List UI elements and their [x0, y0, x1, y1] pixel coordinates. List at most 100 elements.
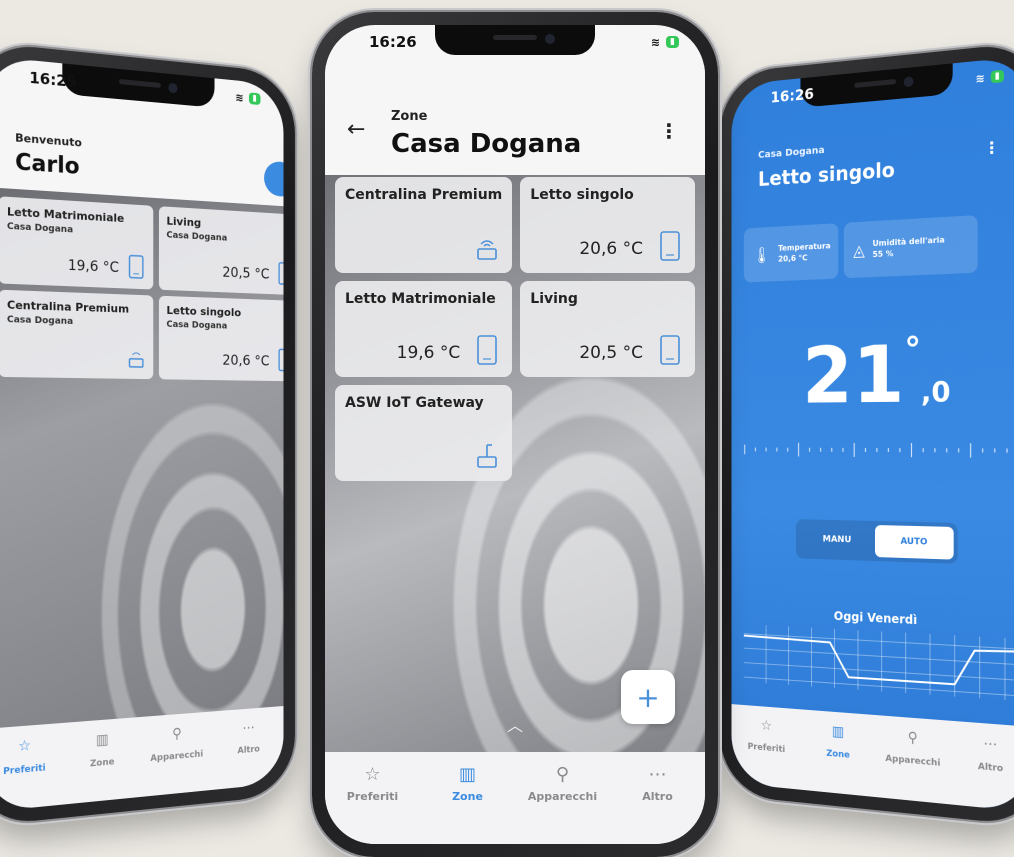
device-card[interactable]: Living 20,5 °C	[520, 281, 695, 377]
thermostat-icon	[476, 335, 498, 365]
more-icon: ⋯	[242, 720, 255, 740]
card-temp: 19,6 °C	[397, 343, 461, 363]
device-card[interactable]: ASW IoT Gateway	[335, 385, 512, 481]
tab-zones[interactable]: ▥ Zone	[64, 729, 140, 804]
mode-toggle: MANU AUTO	[796, 519, 958, 564]
schedule-graph[interactable]	[744, 624, 1014, 712]
chip-label: Umidità dell'aria	[872, 235, 944, 248]
thermostat-icon	[129, 254, 144, 279]
thermostat-icon	[659, 231, 681, 261]
card-name: ASW IoT Gateway	[345, 395, 502, 411]
device-icon: ⚲	[908, 730, 918, 751]
device-card[interactable]: Letto Matrimoniale Casa Dogana 19,6 °C	[0, 196, 153, 289]
tab-devices[interactable]: ⚲ Apparecchi	[523, 764, 603, 844]
battery-icon: ▮	[249, 92, 261, 105]
tab-more[interactable]: ⋯ Altro	[951, 733, 1014, 812]
chip-label: Temperatura	[778, 241, 831, 253]
chip-value: 55 %	[872, 249, 893, 259]
device-icon: ⚲	[172, 726, 182, 747]
card-name: Living	[530, 291, 685, 307]
device-card[interactable]: Living Casa Dogana 20,5 °C	[159, 206, 284, 295]
tab-favorites[interactable]: ☆ Preferiti	[731, 716, 801, 790]
more-menu-icon[interactable]: ⋮	[984, 137, 1000, 158]
wifi-icon: ≋	[235, 91, 243, 104]
phone-right: 16:26 ≋ ▮ Casa Dogana Letto singolo ⋮ 🌡 T…	[720, 41, 1014, 827]
card-home: Casa Dogana	[7, 315, 146, 329]
tab-zones[interactable]: ▥ Zone	[802, 721, 875, 797]
card-name: Letto singolo	[530, 187, 685, 203]
card-name: Letto Matrimoniale	[345, 291, 502, 307]
tab-devices[interactable]: ⚲ Apparecchi	[875, 727, 951, 804]
screen-zones: 16:26 ≋ ▮ ← Zone Casa Dogana ⋮ Centralina…	[325, 25, 705, 844]
setpoint-decimal: ,0	[921, 375, 951, 409]
hub-icon	[129, 345, 144, 369]
status-bar: 16:25 ≋ ▮	[0, 56, 284, 118]
zone-devices-grid: Centralina Premium Letto singolo 20,6 °C…	[335, 177, 695, 481]
card-name: Letto singolo	[166, 304, 283, 321]
building-icon: ▥	[832, 724, 844, 745]
setpoint-ruler[interactable]	[740, 441, 1014, 460]
hub-icon	[476, 231, 498, 261]
more-icon: ⋯	[649, 764, 667, 784]
welcome-label: Benvenuto	[15, 131, 82, 149]
card-temp: 20,6 °C	[222, 353, 269, 369]
screen-favorites: 16:25 ≋ ▮ Benvenuto Carlo Letto Matrimoni…	[0, 56, 284, 813]
card-temp: 20,5 °C	[222, 265, 269, 283]
breadcrumb[interactable]: Zone	[391, 109, 427, 124]
back-arrow-icon[interactable]: ←	[347, 117, 365, 142]
device-card[interactable]: Centralina Premium Casa Dogana	[0, 290, 153, 380]
device-card[interactable]: Centralina Premium	[335, 177, 512, 273]
device-card[interactable]: Letto singolo Casa Dogana 20,6 °C	[159, 296, 284, 382]
page-title: Letto singolo	[758, 158, 895, 191]
page-title: Casa Dogana	[391, 129, 581, 159]
phone-middle: 16:26 ≋ ▮ ← Zone Casa Dogana ⋮ Centralina…	[312, 12, 718, 857]
wifi-icon: ≋	[651, 36, 660, 49]
clock: 16:26	[771, 85, 814, 107]
humidity-chip[interactable]: ◬ Umidità dell'aria 55 %	[844, 215, 978, 278]
thermostat-icon	[278, 348, 283, 371]
tab-devices[interactable]: ⚲ Apparecchi	[140, 723, 213, 797]
star-icon: ☆	[364, 764, 380, 784]
mode-manual-button[interactable]: MANU	[800, 534, 875, 546]
more-menu-icon[interactable]: ⋮	[659, 119, 679, 143]
clock: 16:25	[29, 68, 77, 91]
header: ← Zone Casa Dogana ⋮	[325, 65, 705, 175]
battery-icon: ▮	[666, 36, 679, 48]
temperature-chip[interactable]: 🌡 Temperatura 20,6 °C	[744, 223, 838, 282]
stage: 16:25 ≋ ▮ Benvenuto Carlo Letto Matrimoni…	[0, 0, 1014, 857]
device-card[interactable]: Letto singolo 20,6 °C	[520, 177, 695, 273]
degree-symbol: °	[904, 330, 920, 371]
building-icon: ▥	[96, 732, 109, 753]
card-temp: 20,6 °C	[579, 239, 643, 259]
avatar[interactable]	[264, 161, 283, 198]
tab-zones[interactable]: ▥ Zone	[428, 764, 508, 844]
add-button[interactable]: +	[621, 670, 675, 724]
status-bar: 16:26 ≋ ▮	[325, 25, 705, 59]
thermostat-icon	[659, 335, 681, 365]
battery-icon: ▮	[991, 70, 1004, 84]
more-icon: ⋯	[983, 736, 997, 758]
favorites-grid: Letto Matrimoniale Casa Dogana 19,6 °C L…	[0, 196, 284, 381]
router-icon	[476, 439, 498, 469]
mode-auto-button[interactable]: AUTO	[875, 525, 954, 560]
device-card[interactable]: Letto Matrimoniale 19,6 °C	[335, 281, 512, 377]
breadcrumb[interactable]: Casa Dogana	[758, 145, 825, 161]
thermostat-icon	[278, 262, 283, 286]
thermometer-icon: 🌡	[753, 245, 771, 264]
device-icon: ⚲	[556, 764, 569, 784]
tab-favorites[interactable]: ☆ Preferiti	[333, 764, 413, 844]
card-temp: 20,5 °C	[579, 343, 643, 363]
tab-more[interactable]: ⋯ Altro	[213, 718, 283, 790]
chevron-up-icon[interactable]: ︿	[507, 712, 523, 736]
card-name: Centralina Premium	[345, 187, 502, 203]
droplet-icon: ◬	[853, 240, 865, 259]
wifi-icon: ≋	[975, 71, 984, 85]
tab-favorites[interactable]: ☆ Preferiti	[0, 735, 64, 812]
chip-value: 20,6 °C	[778, 253, 807, 263]
clock: 16:26	[369, 33, 417, 51]
card-home: Casa Dogana	[166, 320, 283, 334]
tab-more[interactable]: ⋯ Altro	[618, 764, 698, 844]
card-temp: 19,6 °C	[68, 258, 119, 276]
card-name: Centralina Premium	[7, 298, 146, 316]
user-name: Carlo	[15, 150, 79, 180]
